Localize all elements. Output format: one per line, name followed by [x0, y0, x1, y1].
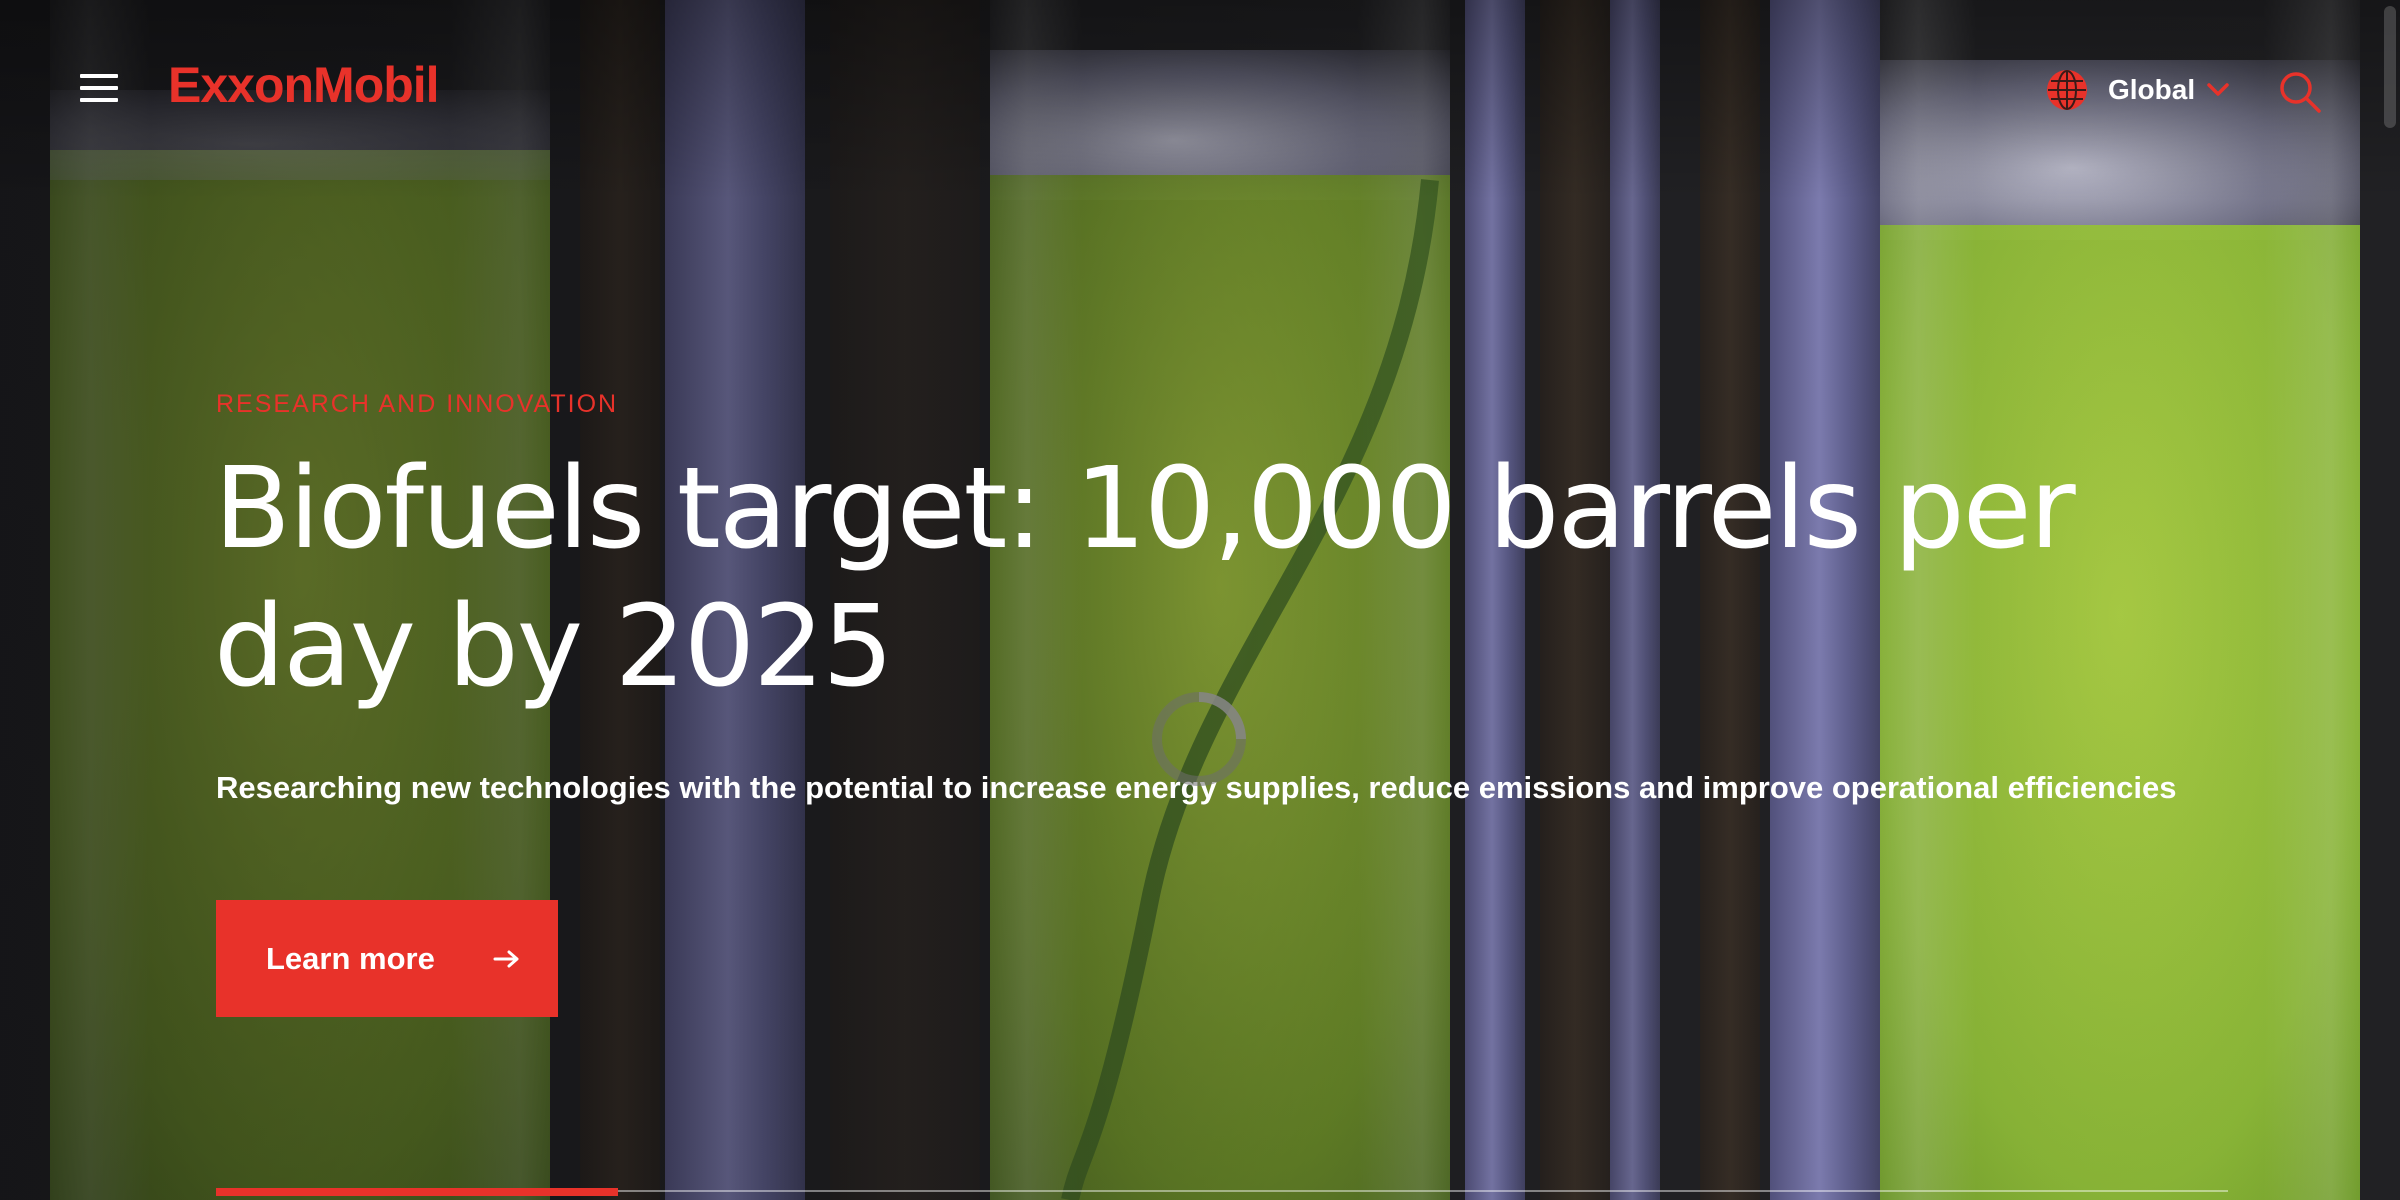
slide-progress-fill [216, 1188, 618, 1196]
region-selector[interactable]: Global [2046, 68, 2229, 112]
page-scrollbar[interactable] [2384, 6, 2396, 128]
hamburger-menu-icon[interactable] [78, 70, 122, 106]
site-header: ExxonMobil Global [0, 0, 2400, 180]
globe-icon [2047, 70, 2087, 110]
hero-headline: Biofuels target: 10,000 barrels per day … [214, 444, 2076, 712]
loading-spinner-icon [1152, 692, 1246, 786]
arrow-right-icon [493, 950, 519, 967]
learn-more-label: Learn more [266, 940, 435, 976]
page: ExxonMobil Global RESEARCH AND INNOVATIO… [0, 0, 2400, 1200]
search-icon [2280, 72, 2321, 113]
region-label: Global [2108, 74, 2196, 105]
hero-eyebrow: RESEARCH AND INNOVATION [216, 390, 619, 418]
exxonmobil-logo[interactable]: ExxonMobil [168, 56, 440, 114]
search-button[interactable] [2278, 70, 2322, 114]
learn-more-button[interactable]: Learn more [216, 900, 558, 1017]
chevron-down-icon [2207, 83, 2229, 96]
